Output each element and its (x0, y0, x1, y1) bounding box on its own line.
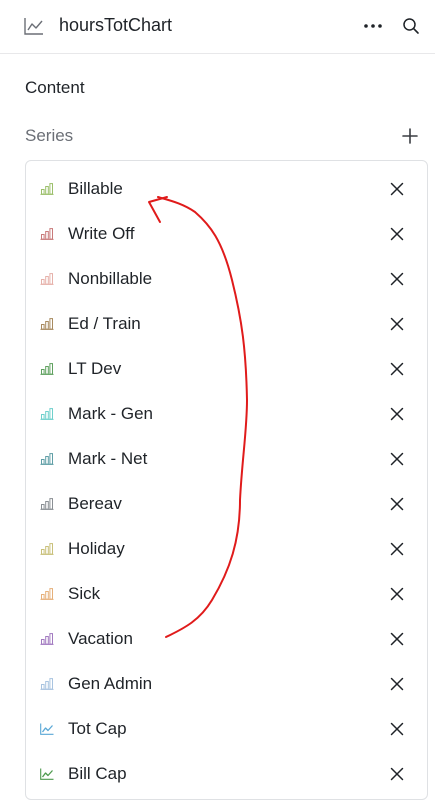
remove-series-button[interactable] (386, 223, 408, 245)
line-chart-icon (24, 18, 43, 35)
close-icon (390, 497, 404, 511)
series-item-label: Holiday (68, 539, 125, 558)
series-item-label: Mark - Net (68, 449, 148, 468)
series-item[interactable]: Tot Cap (26, 706, 427, 751)
bar-chart-icon (40, 318, 54, 330)
bar-chart-icon (40, 273, 54, 285)
remove-series-button[interactable] (386, 178, 408, 200)
bar-chart-icon (40, 408, 54, 420)
remove-series-button[interactable] (386, 493, 408, 515)
series-item[interactable]: Gen Admin (26, 661, 427, 706)
remove-series-button[interactable] (386, 358, 408, 380)
close-icon (390, 227, 404, 241)
series-item[interactable]: Sick (26, 571, 427, 616)
remove-series-button[interactable] (386, 628, 408, 650)
close-icon (390, 362, 404, 376)
close-icon (390, 407, 404, 421)
bar-chart-icon (40, 588, 54, 600)
close-icon (390, 542, 404, 556)
line-chart-icon (40, 768, 54, 780)
bar-chart-icon (40, 678, 54, 690)
series-item-label: Nonbillable (68, 269, 153, 288)
close-icon (390, 317, 404, 331)
series-item[interactable]: Ed / Train (26, 301, 427, 346)
bar-chart-icon (40, 633, 54, 645)
remove-series-button[interactable] (386, 583, 408, 605)
series-item-label: Ed / Train (68, 314, 141, 333)
series-item-label: Tot Cap (68, 719, 127, 738)
close-icon (390, 272, 404, 286)
bar-chart-icon (40, 498, 54, 510)
search-icon (403, 18, 419, 34)
plus-icon (402, 128, 418, 144)
series-item[interactable]: Mark - Gen (26, 391, 427, 436)
bar-chart-icon (40, 228, 54, 240)
more-horizontal-icon (364, 24, 382, 28)
series-item-label: Sick (68, 584, 101, 603)
series-item-label: Mark - Gen (68, 404, 154, 423)
series-item[interactable]: Holiday (26, 526, 427, 571)
remove-series-button[interactable] (386, 268, 408, 290)
series-item-label: Bereav (68, 494, 122, 513)
series-item[interactable]: Billable (26, 166, 427, 211)
bar-chart-icon (40, 363, 54, 375)
remove-series-button[interactable] (386, 538, 408, 560)
panel-header: hoursTotChart (0, 0, 435, 54)
search-button[interactable] (400, 14, 422, 38)
series-item[interactable]: Vacation (26, 616, 427, 661)
series-item-label: Write Off (68, 224, 135, 243)
series-item-label: Billable (68, 179, 123, 198)
series-item[interactable]: Bill Cap (26, 751, 427, 796)
series-item-label: LT Dev (68, 359, 122, 378)
bar-chart-icon (40, 453, 54, 465)
line-chart-icon (40, 723, 54, 735)
close-icon (390, 182, 404, 196)
series-label: Series (25, 126, 74, 145)
series-item-label: Bill Cap (68, 764, 127, 783)
close-icon (390, 587, 404, 601)
chart-title: hoursTotChart (59, 15, 173, 35)
series-item[interactable]: LT Dev (26, 346, 427, 391)
close-icon (390, 767, 404, 781)
remove-series-button[interactable] (386, 718, 408, 740)
close-icon (390, 632, 404, 646)
bar-chart-icon (40, 543, 54, 555)
bar-chart-icon (40, 183, 54, 195)
remove-series-button[interactable] (386, 673, 408, 695)
remove-series-button[interactable] (386, 403, 408, 425)
content-section-title: Content (25, 78, 85, 97)
close-icon (390, 722, 404, 736)
series-item[interactable]: Write Off (26, 211, 427, 256)
series-list: Billable Write Off Nonbillable Ed / Train LT… (25, 160, 428, 800)
remove-series-button[interactable] (386, 448, 408, 470)
remove-series-button[interactable] (386, 313, 408, 335)
more-options-button[interactable] (360, 14, 386, 38)
remove-series-button[interactable] (386, 763, 408, 785)
series-item[interactable]: Nonbillable (26, 256, 427, 301)
series-item-label: Vacation (68, 629, 133, 648)
series-item[interactable]: Mark - Net (26, 436, 427, 481)
series-item[interactable]: Bereav (26, 481, 427, 526)
series-item-label: Gen Admin (68, 674, 153, 693)
add-series-button[interactable] (398, 124, 422, 148)
close-icon (390, 677, 404, 691)
close-icon (390, 452, 404, 466)
